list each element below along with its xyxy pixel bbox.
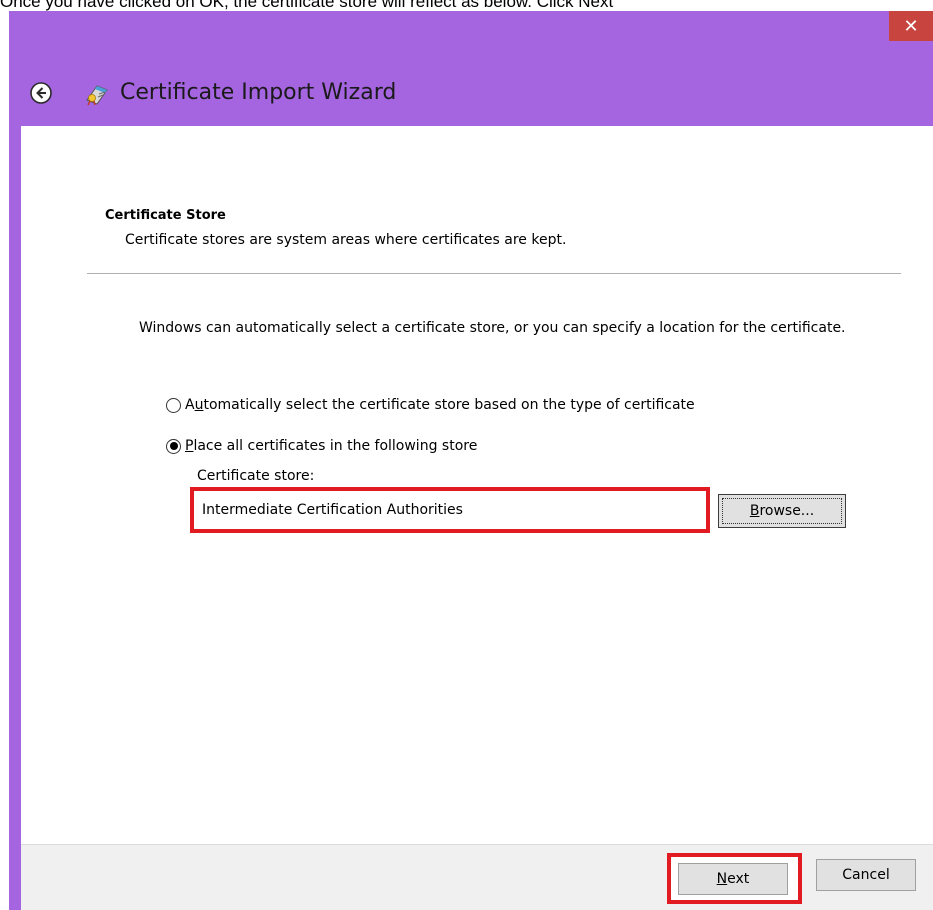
- radio-auto-select[interactable]: Automatically select the certificate sto…: [166, 397, 695, 413]
- wizard-footer: Next Cancel: [21, 844, 933, 910]
- browse-button[interactable]: Browse...: [718, 494, 846, 528]
- radio-auto-select-label: Automatically select the certificate sto…: [185, 397, 695, 413]
- close-button[interactable]: ✕: [889, 11, 933, 41]
- wizard-title: Certificate Import Wizard: [120, 80, 397, 105]
- back-button[interactable]: [29, 81, 53, 105]
- section-subtitle: Certificate stores are system areas wher…: [125, 232, 567, 248]
- header-divider: [87, 273, 901, 274]
- certificate-wizard-icon: [86, 85, 108, 106]
- instruction-caption: Once you have clicked on OK, the certifi…: [0, 0, 614, 11]
- certificate-store-field[interactable]: [202, 499, 692, 521]
- wizard-content: Certificate Store Certificate stores are…: [21, 126, 933, 844]
- radio-place-in-store[interactable]: Place all certificates in the following …: [166, 438, 477, 454]
- back-arrow-icon: [30, 82, 52, 104]
- section-title: Certificate Store: [105, 208, 226, 223]
- next-button-highlight: Next: [667, 853, 802, 904]
- cancel-button[interactable]: Cancel: [816, 859, 916, 891]
- intro-text: Windows can automatically select a certi…: [139, 320, 846, 336]
- radio-place-in-store-label: Place all certificates in the following …: [185, 438, 478, 454]
- close-icon: ✕: [903, 16, 919, 36]
- next-button[interactable]: Next: [678, 863, 788, 895]
- radio-checked-icon[interactable]: [166, 438, 181, 454]
- radio-unchecked-icon[interactable]: [166, 397, 181, 413]
- wizard-window: ✕ Certificate Import Wizard Certificate …: [9, 11, 933, 910]
- certificate-store-highlight: [190, 487, 710, 533]
- certificate-store-label: Certificate store:: [197, 468, 315, 484]
